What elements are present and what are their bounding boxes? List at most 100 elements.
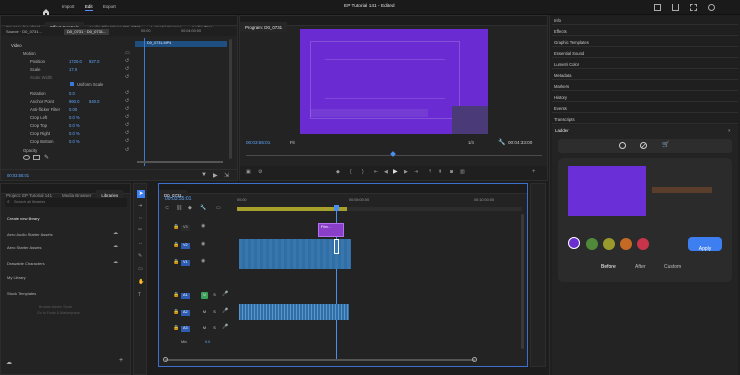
timeline-vertical-scrollbar[interactable] [521,214,524,349]
filter-icon[interactable]: ▼ [201,172,207,178]
tab-program[interactable]: Program: D0_0731 [240,22,288,32]
mute-button[interactable]: M [201,325,208,332]
mark-in-icon[interactable]: { [350,170,352,175]
mute-button[interactable]: M [201,309,208,316]
sequence-clip-label[interactable]: D0_0731 · D0_0731... [64,29,110,35]
panel-essential-sound[interactable]: Essential Sound [552,48,738,58]
panel-history[interactable]: History [552,92,738,102]
go-to-out-icon[interactable]: ⇥ [414,170,418,175]
library-item[interactable]: Drawable Characters [7,261,45,266]
timeline-zoom-bar[interactable] [165,359,475,361]
reset-icon[interactable]: ↺ [125,123,129,128]
reset-icon[interactable]: ↺ [125,67,129,72]
tab-after[interactable]: After [635,265,646,270]
pen-tool-icon[interactable]: ✎ [138,254,142,259]
swatch-purple[interactable] [568,237,580,249]
opacity-group[interactable]: Opacity [23,148,37,153]
cloud-sync-icon[interactable]: ☁ [113,260,118,265]
rotation-value[interactable]: 0.0 [69,91,75,96]
lift-icon[interactable]: ⇡ [428,170,432,175]
fullscreen-icon[interactable] [690,4,697,11]
tab-custom[interactable]: Custom [664,265,681,270]
zoom-select[interactable]: Fit [290,140,295,145]
panel-info[interactable]: Info [552,15,738,25]
linked-selection-icon[interactable]: ⛓ [176,206,182,211]
create-library-button[interactable]: Create new library [7,216,39,221]
lock-icon[interactable]: 🔒 [173,260,179,265]
library-item[interactable]: Aero Audio Starter Assets [7,232,53,237]
panel-effects[interactable]: Effects [552,26,738,36]
settings-icon[interactable]: ⚙ [258,170,262,175]
eye-icon[interactable]: ◉ [201,259,205,264]
step-forward-icon[interactable]: ▶ [404,170,408,175]
crop-right-value[interactable]: 0.0 % [69,131,80,136]
hand-tool-icon[interactable]: ✋ [138,280,144,285]
add-button-icon[interactable]: + [532,169,536,175]
mark-out-icon[interactable]: } [362,170,364,175]
slip-tool-icon[interactable]: ↔ [138,241,143,246]
mute-button[interactable]: M [201,292,208,299]
library-item[interactable]: My Library [7,275,26,280]
swatch-red[interactable] [637,238,649,250]
video-clip-v1-selected[interactable] [334,239,339,254]
solo-button[interactable]: S [211,292,218,299]
adjustment-clip-purple[interactable]: Film... [318,223,344,237]
work-area-range[interactable] [237,207,347,211]
zoom-handle-left[interactable] [163,357,168,362]
program-video-frame[interactable] [300,29,488,134]
eye-icon[interactable]: ◉ [201,242,205,247]
crop-top-value[interactable]: 0.0 % [69,123,80,128]
lock-icon[interactable]: 🔒 [173,225,179,230]
panel-metadata[interactable]: Metadata [552,70,738,80]
mask-ellipse-icon[interactable] [23,155,30,160]
zoom-handle-right[interactable] [472,357,477,362]
reset-icon[interactable]: ↺ [125,148,129,153]
swatch-green[interactable] [586,238,598,250]
antiflicker-value[interactable]: 0.00 [69,107,77,112]
ripple-edit-tool-icon[interactable]: ⇔ [138,216,143,221]
timeline-settings-icon[interactable]: 🔧 [200,206,206,211]
solo-button[interactable]: S [211,325,218,332]
library-item[interactable]: Aero Starter Assets [7,245,41,250]
swatch-orange[interactable] [620,238,632,250]
keyframe-toggle-icon[interactable]: ▭ [125,51,130,56]
master-clip-label[interactable]: Source · D0_0731... [6,30,42,34]
mix-value[interactable]: 0.0 [205,340,210,345]
play-only-icon[interactable]: ▶ [213,172,218,179]
rectangle-tool-icon[interactable]: ▭ [138,267,143,272]
panel-markers[interactable]: Markers [552,81,738,91]
reset-icon[interactable]: ↺ [125,107,129,112]
reset-icon[interactable]: ↺ [125,91,129,96]
reset-icon[interactable]: ↺ [125,75,129,80]
crop-bottom-value[interactable]: 0.0 % [69,139,80,144]
crop-left-value[interactable]: 0.0 % [69,115,80,120]
lock-icon[interactable]: 🔒 [173,326,179,331]
mask-rect-icon[interactable] [33,155,40,160]
panel-lumetri-color[interactable]: Lumetri Color [552,59,738,69]
play-icon[interactable]: ▶ [393,169,398,175]
add-marker-icon[interactable]: ◆ [336,170,340,175]
comparison-view-icon[interactable]: ▥ [460,170,465,175]
anchor-y[interactable]: 540.0 [89,99,99,104]
reset-icon[interactable]: ↺ [125,59,129,64]
captions-icon[interactable]: ▭ [216,206,221,211]
effect-controls-timecode[interactable]: 00:03:55:01 [7,173,29,178]
mic-icon[interactable]: 🎤 [222,309,228,314]
track-select-tool-icon[interactable]: ⇥ [138,204,142,209]
solo-button[interactable]: S [211,309,218,316]
fonts-marketplace-link[interactable]: Go to Fonts & Marketplace [37,311,80,315]
add-marker-icon[interactable]: ◆ [188,206,192,211]
apply-button[interactable]: Apply [688,237,722,252]
nav-export[interactable]: Export [103,4,116,9]
selection-tool-icon[interactable]: ➤ [137,190,145,198]
cart-icon[interactable]: 🛒 [662,141,669,148]
timeline-timecode[interactable]: 00:03:55:01 [165,197,191,202]
panel-events[interactable]: Events [552,103,738,113]
extract-icon[interactable]: ⇞ [438,170,442,175]
reset-icon[interactable]: ↺ [125,139,129,144]
blocked-icon[interactable] [640,142,647,149]
reset-icon[interactable]: ↺ [125,131,129,136]
snap-icon[interactable]: ⊂ [165,206,169,211]
lock-icon[interactable]: 🔒 [173,293,179,298]
eye-icon[interactable]: ◉ [201,224,205,229]
